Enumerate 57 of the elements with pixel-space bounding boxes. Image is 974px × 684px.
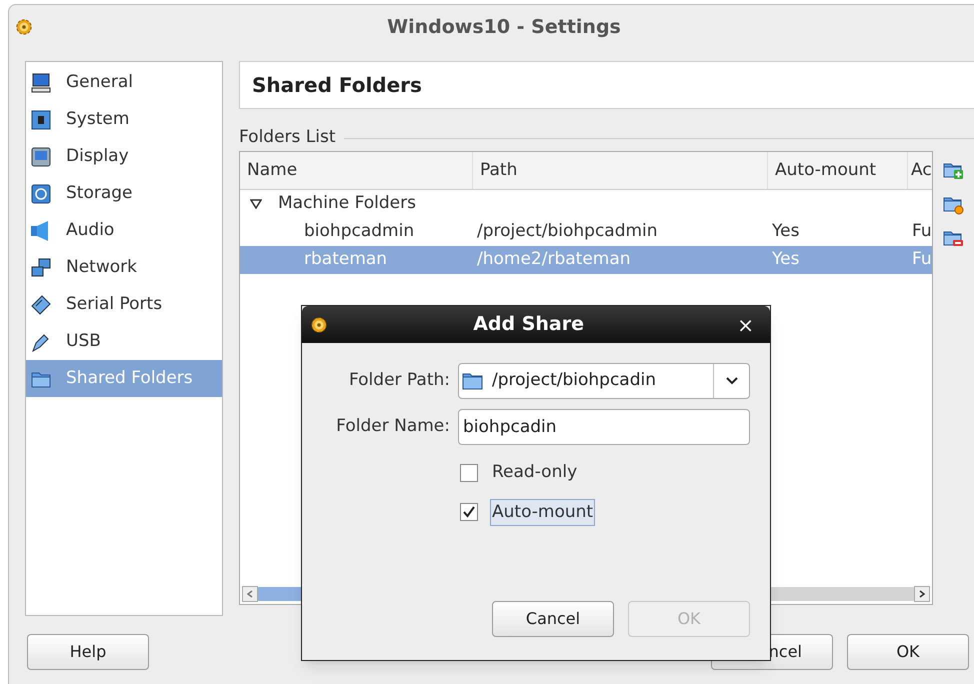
table-cell-text: /project/biohpcadmin <box>476 220 659 244</box>
sidebar-item[interactable]: Audio <box>26 212 222 249</box>
chip-icon <box>30 108 52 130</box>
table-row[interactable]: biohpcadmin /project/biohpcadmin Yes Fu <box>240 218 932 246</box>
monitor-icon <box>30 72 52 94</box>
folder-name-field[interactable]: biohpcadin <box>458 409 750 445</box>
gear-icon <box>15 18 33 36</box>
table-cell-text: Fu <box>911 248 932 272</box>
checkmark-icon <box>463 506 475 518</box>
sidebar-item[interactable]: USB <box>26 323 222 360</box>
checkbox-label[interactable]: Auto-mount <box>490 498 596 526</box>
display-icon <box>30 146 52 168</box>
gear-icon <box>310 316 328 334</box>
table-cell-text: biohpcadmin <box>303 220 416 244</box>
folder-path-dropdown[interactable]: /project/biohpcadin <box>458 363 750 399</box>
sidebar-item[interactable]: General <box>26 64 222 101</box>
folder-icon <box>462 371 484 391</box>
network-icon <box>30 256 52 278</box>
dialog-title: Add Share <box>472 312 586 338</box>
sidebar-item[interactable]: Storage <box>26 175 222 212</box>
checkbox[interactable] <box>460 503 478 522</box>
table-cell-text: /home2/rbateman <box>476 248 632 272</box>
chevron-down-icon <box>726 377 738 385</box>
scroll-left-button[interactable] <box>242 586 258 602</box>
page-title: Shared Folders <box>252 72 422 99</box>
column-header[interactable]: Auto-mount <box>767 152 907 189</box>
table-cell-text: Yes <box>771 248 800 272</box>
column-header[interactable]: Name <box>240 152 472 189</box>
cable-icon <box>30 294 52 316</box>
field-label: Folder Name: <box>335 415 450 438</box>
sidebar-item[interactable]: Display <box>26 138 222 175</box>
cancel-button[interactable]: Cancel <box>492 601 614 637</box>
sidebar-item[interactable]: Serial Ports <box>26 286 222 323</box>
expand-arrow-icon[interactable] <box>250 199 262 209</box>
column-header[interactable]: Ac <box>907 152 932 189</box>
group-label: Folders List <box>239 126 336 150</box>
table-cell-text: Fu <box>911 220 932 244</box>
checkbox[interactable] <box>460 464 478 482</box>
folder-add-icon[interactable] <box>943 161 965 181</box>
checkbox-label[interactable]: Read-only <box>490 459 580 486</box>
column-header[interactable]: Path <box>472 152 767 189</box>
folder-path-value: /project/biohpcadin <box>491 369 657 392</box>
tree-group-label: Machine Folders <box>278 192 416 216</box>
chevron-left-icon <box>247 590 253 598</box>
scroll-right-button[interactable] <box>914 586 930 602</box>
table-cell-text: rbateman <box>303 248 388 272</box>
help-button[interactable]: Help <box>27 634 149 670</box>
ok-button[interactable]: OK <box>847 634 969 670</box>
folder-remove-icon[interactable] <box>943 229 965 249</box>
sidebar-item[interactable]: System <box>26 101 222 138</box>
table-cell-text: Yes <box>771 220 800 244</box>
sidebar-item[interactable]: Network <box>26 249 222 286</box>
folder-edit-icon[interactable] <box>943 195 965 215</box>
window-title: Windows10 - Settings <box>386 14 622 40</box>
field-label: Folder Path: <box>348 369 450 392</box>
chevron-right-icon <box>919 590 925 598</box>
close-button[interactable]: × <box>729 310 762 340</box>
